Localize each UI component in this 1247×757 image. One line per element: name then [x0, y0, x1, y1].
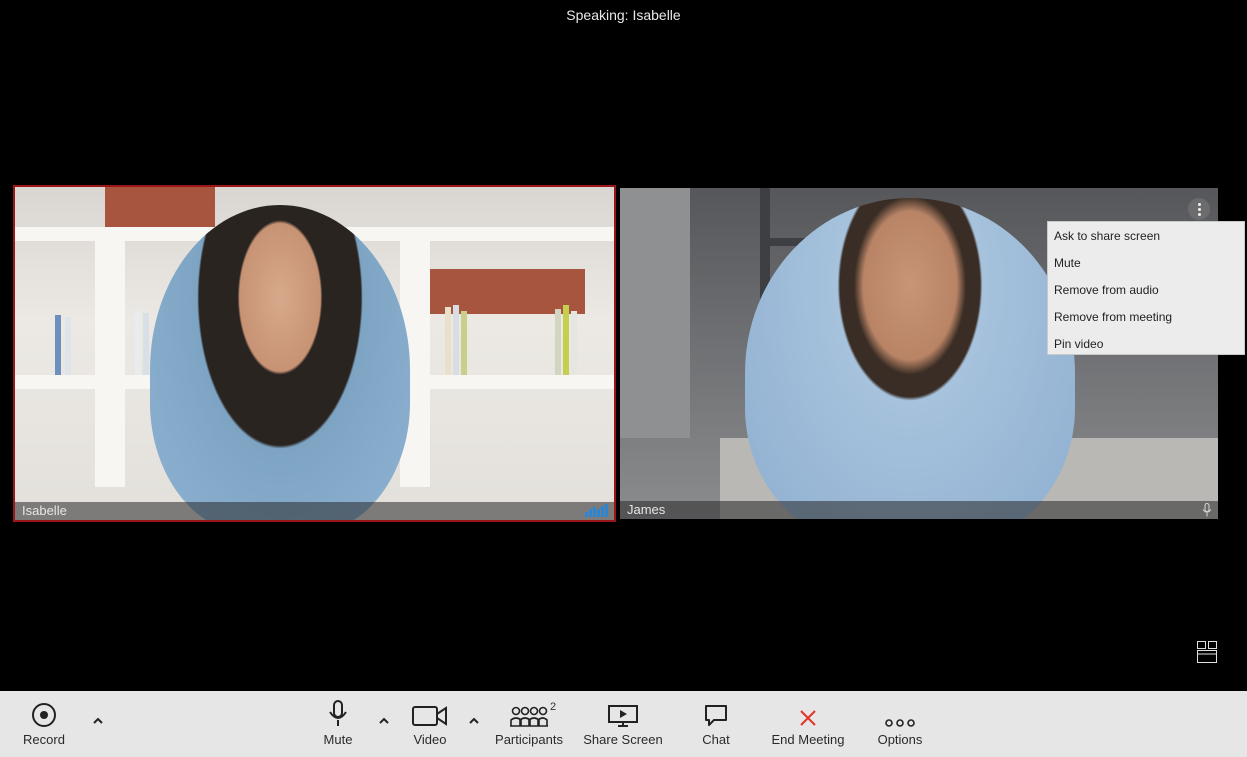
speaking-indicator: Speaking: Isabelle — [566, 7, 681, 23]
video-tile-isabelle[interactable]: Isabelle — [13, 185, 616, 522]
audio-level-icon — [585, 504, 608, 517]
record-label: Record — [23, 732, 65, 747]
video-feed-isabelle — [15, 187, 614, 520]
record-button[interactable]: Record — [18, 691, 70, 757]
participant-name-bar: Isabelle — [15, 502, 614, 520]
more-horizontal-icon — [885, 719, 915, 727]
menu-item-remove-audio[interactable]: Remove from audio — [1048, 280, 1244, 307]
video-camera-icon — [412, 706, 447, 726]
chat-label: Chat — [702, 732, 730, 747]
end-meeting-label: End Meeting — [771, 732, 845, 747]
microphone-icon — [329, 700, 347, 726]
video-button[interactable]: Video — [406, 691, 454, 757]
close-icon — [800, 710, 816, 726]
layout-toggle-icon[interactable] — [1197, 641, 1217, 663]
chat-icon — [705, 705, 727, 726]
participants-icon — [510, 706, 548, 727]
participant-name: James — [627, 502, 666, 517]
menu-item-pin-video[interactable]: Pin video — [1048, 334, 1244, 361]
record-icon — [32, 703, 56, 727]
chevron-up-icon[interactable] — [466, 713, 482, 729]
participant-context-menu: Ask to share screen Mute Remove from aud… — [1047, 221, 1245, 355]
menu-item-remove-meeting[interactable]: Remove from meeting — [1048, 307, 1244, 334]
options-button[interactable]: Options — [874, 691, 926, 757]
more-options-icon[interactable] — [1188, 198, 1210, 220]
participants-label: Participants — [495, 732, 563, 747]
mute-button[interactable]: Mute — [315, 691, 361, 757]
meeting-toolbar: Record Mute Video Participants 2 Share S… — [0, 691, 1247, 757]
chevron-up-icon[interactable] — [376, 713, 392, 729]
share-screen-icon — [608, 705, 638, 727]
participant-name: Isabelle — [22, 503, 67, 518]
menu-item-mute[interactable]: Mute — [1048, 253, 1244, 280]
participants-count-badge: 2 — [550, 701, 557, 713]
share-screen-button[interactable]: Share Screen — [583, 691, 663, 757]
meeting-stage: Speaking: Isabelle Isabelle James Ask to… — [0, 0, 1247, 691]
menu-item-ask-share-screen[interactable]: Ask to share screen — [1048, 226, 1244, 253]
participant-name-bar: James — [620, 501, 1218, 519]
chat-button[interactable]: Chat — [698, 691, 734, 757]
video-label: Video — [413, 732, 447, 747]
microphone-icon — [1202, 503, 1212, 517]
chevron-up-icon[interactable] — [90, 713, 106, 729]
share-screen-label: Share Screen — [583, 732, 663, 747]
end-meeting-button[interactable]: End Meeting — [768, 691, 848, 757]
mute-label: Mute — [323, 732, 353, 747]
options-label: Options — [877, 732, 923, 747]
